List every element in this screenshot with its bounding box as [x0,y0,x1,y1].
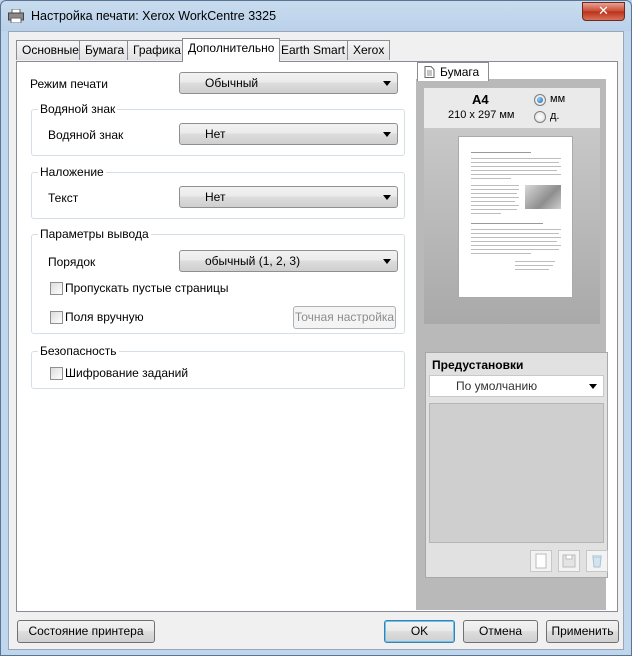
manual-margins-label: Поля вручную [65,310,144,324]
print-mode-label: Режим печати [30,77,108,91]
tab-paper[interactable]: Бумага [79,40,131,60]
cancel-button[interactable]: Отмена [463,620,538,643]
output-options-group: Параметры вывода Порядок обычный (1, 2, … [31,227,405,334]
chevron-down-icon [383,81,391,86]
page-preview [458,136,573,298]
printer-status-button[interactable]: Состояние принтера [17,620,155,643]
overlay-text-label: Текст [48,191,79,205]
watermark-group-title: Водяной знак [38,102,118,116]
unit-mm-label: мм [550,93,566,105]
title-bar[interactable]: Настройка печати: Xerox WorkCentre 3325 … [1,1,631,33]
paper-size-name: A4 [472,92,489,107]
chevron-down-icon [383,132,391,137]
unit-inch-label: д. [550,110,560,122]
ok-button[interactable]: OK [384,620,455,643]
window-title: Настройка печати: Xerox WorkCentre 3325 [31,9,277,23]
unit-inch-radio[interactable] [534,111,546,123]
print-settings-window: Настройка печати: Xerox WorkCentre 3325 … [0,0,632,656]
save-icon [562,554,576,568]
print-mode-value: Обычный [205,76,259,90]
presets-select[interactable]: По умолчанию [429,375,604,397]
dialog-client: Основные Бумага Графика Дополнительно Ea… [8,31,624,650]
tab-advanced[interactable]: Дополнительно [182,38,281,62]
tab-xerox[interactable]: Xerox [347,40,391,60]
unit-mm-radio[interactable] [534,94,546,106]
encrypt-jobs-checkbox[interactable] [50,367,63,380]
delete-preset-button[interactable] [586,550,608,572]
apply-button[interactable]: Применить [546,620,619,643]
security-group-title: Безопасность [38,344,119,358]
close-button[interactable]: ✕ [582,2,625,21]
skip-blank-pages-checkbox[interactable] [50,282,63,295]
presets-panel: Предустановки По умолчанию [425,352,608,578]
document-icon [424,66,435,78]
skip-blank-pages-label: Пропускать пустые страницы [65,281,229,295]
output-group-title: Параметры вывода [38,227,151,241]
new-preset-button[interactable] [530,550,552,572]
page-order-label: Порядок [48,255,96,269]
paper-size-dimensions: 210 x 297 мм [448,109,515,121]
watermark-value: Нет [205,127,226,141]
chevron-down-icon [383,259,391,264]
save-preset-button[interactable] [558,550,580,572]
watermark-label: Водяной знак [48,128,124,142]
new-document-icon [535,553,547,569]
paper-size-info: A4 210 x 297 мм мм д. [424,88,600,128]
tab-earth-smart[interactable]: Earth Smart [275,40,352,60]
page-preview-image [525,185,561,209]
presets-title: Предустановки [432,358,524,372]
printer-icon [8,9,24,23]
fine-tune-button[interactable]: Точная настройка [293,306,396,329]
page-order-value: обычный (1, 2, 3) [205,254,301,268]
manual-margins-checkbox[interactable] [50,311,63,324]
security-group: Безопасность Шифрование заданий [31,344,405,389]
recycle-bin-icon [592,555,602,568]
overlay-group-title: Наложение [38,165,106,179]
tab-basic[interactable]: Основные [16,40,85,60]
chevron-down-icon [383,195,391,200]
presets-list[interactable] [429,403,604,543]
page-order-select[interactable]: обычный (1, 2, 3) [179,250,398,272]
presets-value: По умолчанию [456,379,538,393]
overlay-select[interactable]: Нет [179,186,398,208]
watermark-group: Водяной знак Водяной знак Нет [31,102,405,156]
tab-preview-paper[interactable]: Бумага [417,62,489,81]
preview-tab-label: Бумага [440,65,480,79]
print-mode-select[interactable]: Обычный [179,72,398,94]
watermark-select[interactable]: Нет [179,123,398,145]
tab-graphics[interactable]: Графика [127,40,187,60]
chevron-down-icon [589,384,597,389]
encrypt-jobs-label: Шифрование заданий [65,366,189,380]
overlay-group: Наложение Текст Нет [31,165,405,219]
overlay-value: Нет [205,190,226,204]
